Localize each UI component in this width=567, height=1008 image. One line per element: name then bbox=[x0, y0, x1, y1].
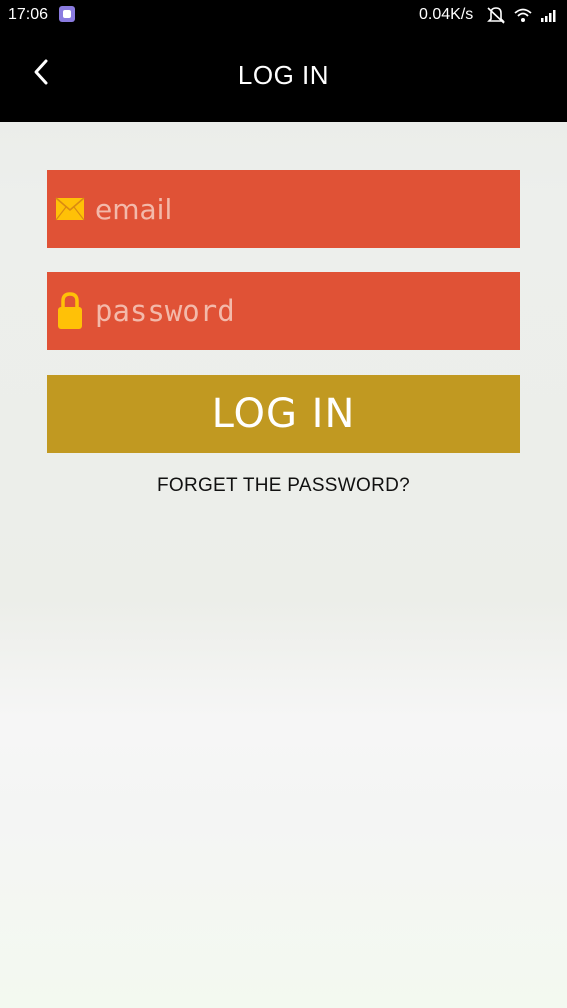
password-input[interactable] bbox=[95, 294, 520, 328]
signal-icon bbox=[540, 8, 558, 27]
mute-icon bbox=[486, 6, 506, 29]
wifi-icon bbox=[514, 7, 532, 28]
lock-icon bbox=[55, 292, 85, 330]
status-time: 17:06 bbox=[8, 6, 49, 23]
status-bar: 17:06 0.04K/s bbox=[0, 0, 567, 30]
email-input[interactable] bbox=[95, 192, 520, 226]
forgot-password-link[interactable]: FORGET THE PASSWORD? bbox=[0, 475, 567, 497]
page-title: LOG IN bbox=[237, 60, 330, 90]
email-field[interactable] bbox=[47, 170, 520, 248]
app-notification-icon bbox=[59, 6, 75, 22]
login-button[interactable]: LOG IN bbox=[47, 375, 520, 453]
status-icons bbox=[486, 6, 558, 29]
network-speed: 0.04K/s bbox=[419, 6, 474, 23]
app-bar: LOG IN bbox=[0, 30, 567, 122]
password-field[interactable] bbox=[47, 272, 520, 350]
envelope-icon bbox=[55, 197, 85, 221]
